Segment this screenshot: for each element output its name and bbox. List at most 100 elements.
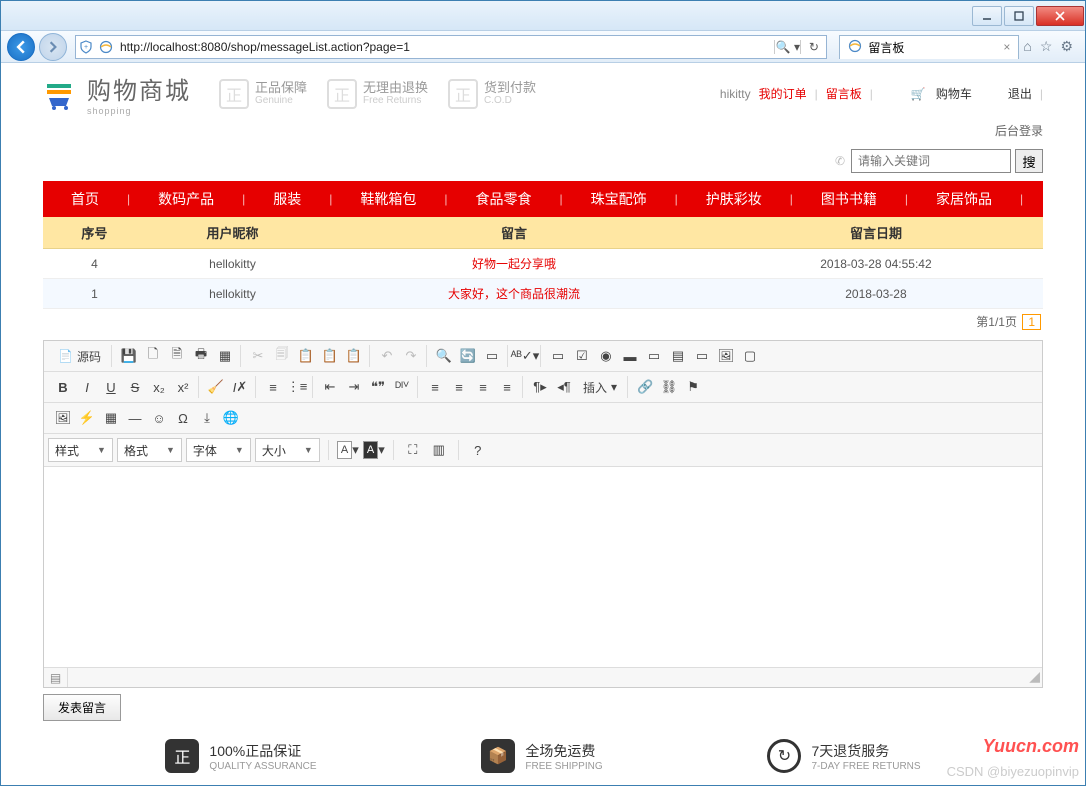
strike-icon[interactable]: S <box>124 376 146 398</box>
anchor-icon[interactable]: ⚑ <box>682 376 704 398</box>
search-icon[interactable]: 🔍 ▾ <box>774 40 800 54</box>
templates-icon[interactable]: ▦ <box>214 345 236 367</box>
body-tab[interactable]: ▤ <box>44 668 68 687</box>
unlink-icon[interactable]: ⛓ <box>658 376 680 398</box>
select-all-icon[interactable]: ▭ <box>481 345 503 367</box>
smiley-icon[interactable]: ☺ <box>148 407 170 429</box>
favorites-icon[interactable]: ☆ <box>1040 38 1053 55</box>
minimize-button[interactable] <box>972 6 1002 26</box>
nav-item[interactable]: 数码产品 <box>130 189 242 209</box>
styles-dropdown[interactable]: 样式▼ <box>48 438 113 462</box>
superscript-icon[interactable]: x² <box>172 376 194 398</box>
admin-login-link[interactable]: 后台登录 <box>995 124 1043 138</box>
cart-link[interactable]: 购物车 <box>932 85 976 102</box>
underline-icon[interactable]: U <box>100 376 122 398</box>
message-board-link[interactable]: 留言板 <box>822 85 866 102</box>
flash-icon[interactable]: ⚡ <box>76 407 98 429</box>
bold-icon[interactable]: B <box>52 376 74 398</box>
find-icon[interactable]: 🔍 <box>433 345 455 367</box>
font-dropdown[interactable]: 字体▼ <box>186 438 251 462</box>
back-button[interactable] <box>7 33 35 61</box>
redo-icon[interactable]: ↷ <box>400 345 422 367</box>
select-icon[interactable]: ▤ <box>667 345 689 367</box>
paste-text-icon[interactable]: 📋 <box>319 345 341 367</box>
nav-item[interactable]: 首页 <box>43 189 127 209</box>
browser-tab[interactable]: 留言板 × <box>839 35 1019 59</box>
align-center-icon[interactable]: ≡ <box>448 376 470 398</box>
div-icon[interactable]: ᴰᴵⱽ <box>391 376 413 398</box>
home-icon[interactable]: ⌂ <box>1023 38 1031 55</box>
maximize-icon[interactable]: ⛶ <box>402 439 424 461</box>
my-orders-link[interactable]: 我的订单 <box>755 85 811 102</box>
align-right-icon[interactable]: ≡ <box>472 376 494 398</box>
post-message-button[interactable]: 发表留言 <box>43 694 121 721</box>
nav-item[interactable]: 家居饰品 <box>908 189 1020 209</box>
radio-icon[interactable]: ◉ <box>595 345 617 367</box>
paste-icon[interactable]: 📋 <box>295 345 317 367</box>
search-button[interactable]: 搜 <box>1015 149 1043 173</box>
print-icon[interactable]: 🖶 <box>190 345 212 367</box>
paste-word-icon[interactable]: 📋 <box>343 345 365 367</box>
remove-format-icon[interactable]: 🧹 <box>205 376 227 398</box>
cut-icon[interactable]: ✂ <box>247 345 269 367</box>
show-blocks-icon[interactable]: ▥ <box>428 439 450 461</box>
maximize-button[interactable] <box>1004 6 1034 26</box>
copy-icon[interactable]: 🗐 <box>271 345 293 367</box>
numbered-list-icon[interactable]: ≡ <box>262 376 284 398</box>
subscript-icon[interactable]: x₂ <box>148 376 170 398</box>
spellcheck-icon[interactable]: ᴬᴮ✓▾ <box>514 345 536 367</box>
checkbox-icon[interactable]: ☑ <box>571 345 593 367</box>
source-button[interactable]: 📄 源码 <box>52 345 107 367</box>
iframe-icon[interactable]: 🌐 <box>220 407 242 429</box>
page-current[interactable]: 1 <box>1022 314 1041 330</box>
image-icon[interactable]: 🖼 <box>52 407 74 429</box>
italic-icon[interactable]: I <box>76 376 98 398</box>
forward-button[interactable] <box>39 33 67 61</box>
blockquote-icon[interactable]: ❝❞ <box>367 376 389 398</box>
url-text[interactable]: http://localhost:8080/shop/messageList.a… <box>116 38 774 56</box>
nav-item[interactable]: 图书书籍 <box>793 189 905 209</box>
text-color-icon[interactable]: A▾ <box>337 439 359 461</box>
nav-item[interactable]: 鞋靴箱包 <box>332 189 444 209</box>
resize-handle[interactable]: ◢ <box>1026 668 1042 687</box>
textarea-icon[interactable]: ▭ <box>643 345 665 367</box>
save-icon[interactable]: 💾 <box>118 345 140 367</box>
close-tab-icon[interactable]: × <box>1003 40 1010 54</box>
bullet-list-icon[interactable]: ⋮≡ <box>286 376 308 398</box>
insert-dropdown[interactable]: 插入 ▾ <box>577 376 623 398</box>
nav-item[interactable]: 护肤彩妆 <box>678 189 790 209</box>
hr-icon[interactable]: ― <box>124 407 146 429</box>
justify-icon[interactable]: ≡ <box>496 376 518 398</box>
hidden-field-icon[interactable]: ▢ <box>739 345 761 367</box>
nav-item[interactable]: 珠宝配饰 <box>563 189 675 209</box>
pagebreak-icon[interactable]: ⤓ <box>196 407 218 429</box>
textfield-icon[interactable]: ▬ <box>619 345 641 367</box>
editor-textarea[interactable] <box>44 467 1042 667</box>
preview-icon[interactable]: 🗎 <box>166 345 188 367</box>
special-char-icon[interactable]: Ω <box>172 407 194 429</box>
new-page-icon[interactable]: 🗋 <box>142 345 164 367</box>
nav-item[interactable]: 食品零食 <box>448 189 560 209</box>
site-logo[interactable]: 购物商城 shopping <box>43 71 191 116</box>
about-icon[interactable]: ? <box>467 439 489 461</box>
table-icon[interactable]: ▦ <box>100 407 122 429</box>
format-dropdown[interactable]: 格式▼ <box>117 438 182 462</box>
rtl-icon[interactable]: ◂¶ <box>553 376 575 398</box>
logout-link[interactable]: 退出 <box>1004 85 1036 102</box>
search-input[interactable] <box>851 149 1011 173</box>
align-left-icon[interactable]: ≡ <box>424 376 446 398</box>
tools-icon[interactable]: ⚙ <box>1060 38 1073 55</box>
button-icon[interactable]: ▭ <box>691 345 713 367</box>
close-button[interactable] <box>1036 6 1084 26</box>
outdent-icon[interactable]: ⇤ <box>319 376 341 398</box>
copy-format-icon[interactable]: I✗ <box>229 376 251 398</box>
form-icon[interactable]: ▭ <box>547 345 569 367</box>
ltr-icon[interactable]: ¶▸ <box>529 376 551 398</box>
bg-color-icon[interactable]: A▾ <box>363 439 385 461</box>
nav-item[interactable]: 服装 <box>245 189 329 209</box>
replace-icon[interactable]: 🔄 <box>457 345 479 367</box>
indent-icon[interactable]: ⇥ <box>343 376 365 398</box>
link-icon[interactable]: 🔗 <box>634 376 656 398</box>
refresh-button[interactable]: ↻ <box>800 40 826 54</box>
image-button-icon[interactable]: 🖼 <box>715 345 737 367</box>
